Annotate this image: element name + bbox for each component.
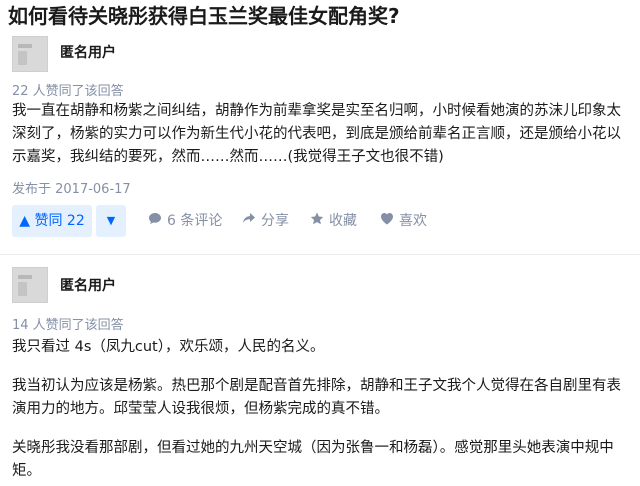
answer-content: 我一直在胡静和杨紫之间纠结，胡静作为前辈拿奖是实至名归啊，小时候看她演的苏沫儿印… [12,100,627,169]
share-label: 分享 [261,213,289,229]
favorite-button[interactable]: 收藏 [310,205,357,237]
answer-paragraph: 我当初认为应该是杨紫。热巴那个剧是配音首先排除，胡静和王子文我个人觉得在各自剧里… [12,378,621,417]
answer-card: 匿名用户 14 人赞同了该回答 我只看过 4s（凤九cut），欢乐颂，人民的名义… [0,262,640,486]
answer-paragraph: 我只看过 4s（凤九cut），欢乐颂，人民的名义。 [12,339,325,355]
answer-card: 匿名用户 22 人赞同了该回答 我一直在胡静和杨紫之间纠结，胡静作为前辈拿奖是实… [0,32,640,262]
answer-content: 我只看过 4s（凤九cut），欢乐颂，人民的名义。 我当初认为应该是杨紫。热巴那… [12,336,627,483]
answer-divider [0,254,640,255]
vote-up-button[interactable]: ▲ 赞同 22 [12,205,92,237]
publish-date[interactable]: 发布于 2017-06-17 [12,178,131,197]
vote-count-text: 22 人赞同了该回答 [12,84,124,99]
avatar[interactable] [12,267,48,303]
comments-button[interactable]: 6 条评论 [148,205,222,237]
answer-actions: ▲ 赞同 22 ▼ 6 条评论 分享 收藏 喜欢 [0,205,640,237]
like-button[interactable]: 喜欢 [380,205,427,237]
author-name: 匿名用户 [60,45,116,61]
avatar[interactable] [12,36,48,72]
star-icon [310,205,324,237]
answer-paragraph: 关晓彤我没看那部剧，但看过她的九州天空城（因为张鲁一和杨磊）。感觉那里头她表演中… [12,440,614,479]
question-title[interactable]: 如何看待关晓彤获得白玉兰奖最佳女配角奖? [8,2,638,30]
heart-icon [380,205,394,237]
share-icon [242,205,256,237]
vote-down-button[interactable]: ▼ [96,205,126,237]
favorite-label: 收藏 [329,213,357,229]
vote-count-text: 14 人赞同了该回答 [12,318,124,333]
author-name: 匿名用户 [60,278,116,294]
comment-icon [148,205,162,237]
comments-label: 6 条评论 [167,213,223,229]
answer-paragraph: 我一直在胡静和杨紫之间纠结，胡静作为前辈拿奖是实至名归啊，小时候看她演的苏沫儿印… [12,103,621,165]
like-label: 喜欢 [399,213,427,229]
share-button[interactable]: 分享 [242,205,289,237]
